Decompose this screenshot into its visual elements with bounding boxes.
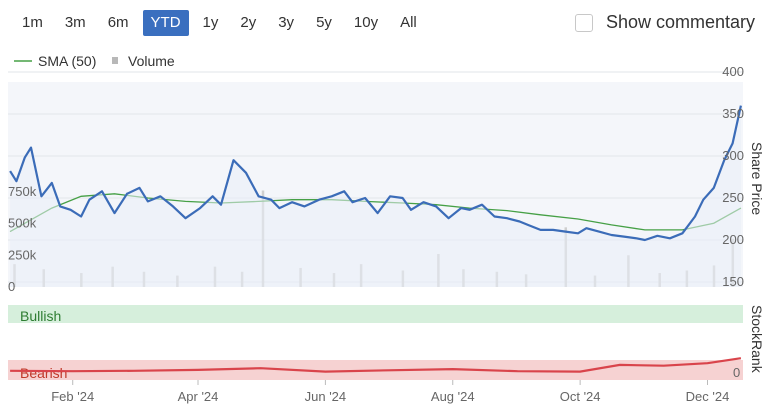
share-price-axis-title: Share Price [749, 142, 765, 215]
bullish-band-label: Bullish [20, 308, 61, 324]
x-tick-label: Apr '24 [178, 389, 219, 404]
x-tick-label: Feb '24 [51, 389, 94, 404]
bullish-band [8, 305, 743, 323]
price-tick-label: 300 [722, 148, 744, 163]
x-tick-label: Jun '24 [305, 389, 347, 404]
price-tick-label: 150 [722, 274, 744, 289]
volume-legend-swatch [112, 57, 118, 64]
volume-tick-label: 500k [8, 216, 37, 231]
volume-tick-label: 750k [8, 184, 37, 199]
price-tick-label: 200 [722, 232, 744, 247]
sma-legend-label: SMA (50) [38, 53, 96, 69]
stockrank-axis-title: StockRank [749, 305, 765, 374]
x-tick-label: Aug '24 [431, 389, 475, 404]
volume-tick-label: 250k [8, 247, 37, 262]
chart-legend: SMA (50) Volume [14, 53, 175, 69]
x-axis-ticks: Feb '24 Apr '24 Jun '24 Aug '24 Oct '24 Dec '… [51, 380, 729, 404]
bearish-band-label: Bearish [20, 365, 67, 381]
x-tick-label: Oct '24 [560, 389, 601, 404]
price-tick-label: 250 [722, 190, 744, 205]
volume-tick-label: 0 [8, 279, 15, 294]
price-tick-label: 400 [722, 64, 744, 79]
stockrank-tick-label: 0 [733, 365, 740, 380]
x-tick-label: Dec '24 [686, 389, 730, 404]
share-price-chart[interactable]: SMA (50) Volume 150 200 250 300 350 400 0 250k… [0, 0, 768, 405]
price-tick-label: 350 [722, 106, 744, 121]
volume-legend-label: Volume [128, 53, 175, 69]
